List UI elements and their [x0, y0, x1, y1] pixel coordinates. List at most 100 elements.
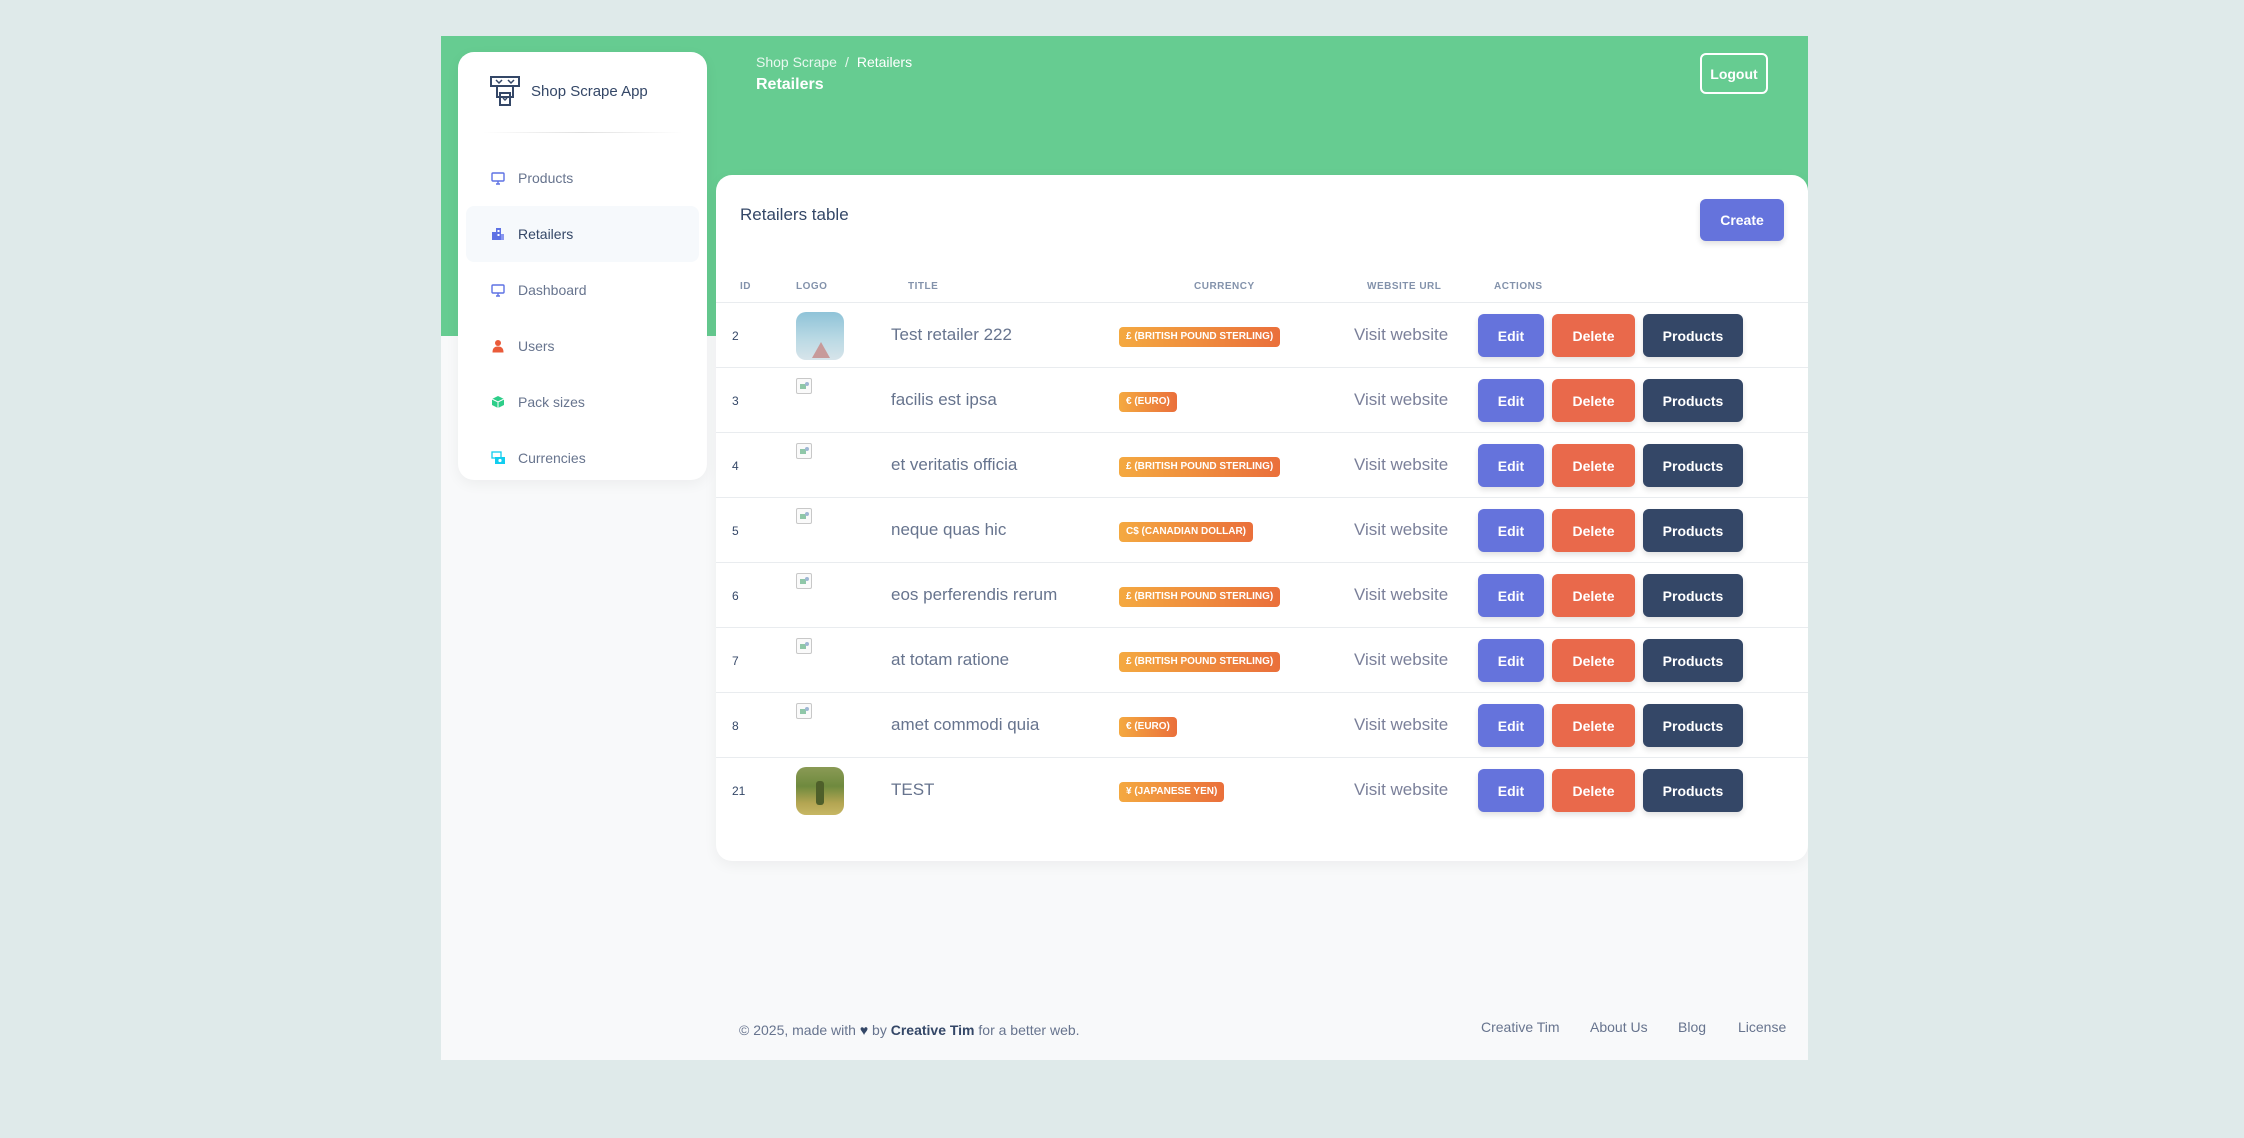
- table-row: 8 amet commodi quia € (Euro) Visit websi…: [716, 693, 1808, 758]
- edit-button[interactable]: Edit: [1478, 769, 1544, 812]
- row-id: 4: [732, 459, 739, 473]
- sidebar-item-label: Users: [518, 338, 555, 354]
- visit-website-link[interactable]: Visit website: [1354, 390, 1448, 410]
- edit-button[interactable]: Edit: [1478, 639, 1544, 682]
- broken-image-icon: [796, 508, 812, 524]
- column-header-logo: Logo: [796, 281, 828, 292]
- products-button[interactable]: Products: [1643, 704, 1743, 747]
- row-title: Test retailer 222: [891, 325, 1012, 344]
- products-button[interactable]: Products: [1643, 509, 1743, 552]
- visit-website-link[interactable]: Visit website: [1354, 715, 1448, 735]
- brand[interactable]: Shop Scrape App: [458, 52, 707, 130]
- column-header-currency: Currency: [1194, 281, 1255, 292]
- visit-website-link[interactable]: Visit website: [1354, 325, 1448, 345]
- sidebar-item-label: Retailers: [518, 226, 574, 242]
- footer-copyright-text: © 2025, made with: [739, 1022, 856, 1038]
- footer-link-creative-tim[interactable]: Creative Tim: [1481, 1019, 1560, 1035]
- currency-badge: C$ (Canadian Dollar): [1119, 522, 1253, 542]
- breadcrumb: Shop Scrape / Retailers: [756, 54, 912, 70]
- delete-button[interactable]: Delete: [1552, 314, 1635, 357]
- retailer-logo-image: [796, 767, 844, 815]
- page-title: Retailers: [756, 76, 824, 93]
- broken-image-icon: [796, 638, 812, 654]
- products-button[interactable]: Products: [1643, 379, 1743, 422]
- edit-button[interactable]: Edit: [1478, 314, 1544, 357]
- row-title: facilis est ipsa: [891, 390, 997, 409]
- sidebar-item-retailers[interactable]: Retailers: [466, 206, 699, 262]
- currency-badge: £ (British Pound Sterling): [1119, 587, 1281, 607]
- user-icon: [490, 338, 506, 354]
- table-row: 4 et veritatis officia £ (British Pound …: [716, 433, 1808, 498]
- row-title: amet commodi quia: [891, 715, 1040, 734]
- row-id: 8: [732, 719, 739, 733]
- logout-button[interactable]: Logout: [1700, 53, 1768, 94]
- row-title: et veritatis officia: [891, 455, 1018, 474]
- row-id: 21: [732, 784, 746, 798]
- retailers-card: Retailers table Create ID Logo Title Cur…: [716, 175, 1808, 861]
- delete-button[interactable]: Delete: [1552, 639, 1635, 682]
- delete-button[interactable]: Delete: [1552, 574, 1635, 617]
- products-button[interactable]: Products: [1643, 639, 1743, 682]
- edit-button[interactable]: Edit: [1478, 444, 1544, 487]
- currency-badge: £ (British Pound Sterling): [1119, 457, 1281, 477]
- row-title: neque quas hic: [891, 520, 1007, 539]
- app-window: Shop Scrape App Products Retailers Dashb…: [441, 36, 1808, 1060]
- footer-link-about-us[interactable]: About Us: [1590, 1019, 1648, 1035]
- sidebar-item-products[interactable]: Products: [466, 150, 699, 206]
- sidebar-item-currencies[interactable]: Currencies: [466, 430, 699, 486]
- footer-link-blog[interactable]: Blog: [1678, 1019, 1706, 1035]
- sidebar-item-label: Dashboard: [518, 282, 587, 298]
- delete-button[interactable]: Delete: [1552, 769, 1635, 812]
- currency-badge: £ (British Pound Sterling): [1119, 652, 1281, 672]
- money-icon: [490, 450, 506, 466]
- row-title: eos perferendis rerum: [891, 585, 1058, 604]
- breadcrumb-current: Retailers: [856, 54, 913, 70]
- column-header-title: Title: [908, 281, 939, 292]
- edit-button[interactable]: Edit: [1478, 379, 1544, 422]
- footer-suffix-text: for a better web.: [978, 1022, 1080, 1038]
- sidebar-item-users[interactable]: Users: [466, 318, 699, 374]
- currency-badge: € (Euro): [1119, 717, 1177, 737]
- edit-button[interactable]: Edit: [1478, 704, 1544, 747]
- column-header-website-url: Website URL: [1367, 281, 1442, 292]
- row-title: TEST: [891, 780, 935, 799]
- broken-image-icon: [796, 573, 812, 589]
- table-body: 2 Test retailer 222 £ (British Pound Ste…: [716, 303, 1808, 823]
- currency-badge: £ (British Pound Sterling): [1119, 327, 1281, 347]
- visit-website-link[interactable]: Visit website: [1354, 520, 1448, 540]
- delete-button[interactable]: Delete: [1552, 444, 1635, 487]
- products-button[interactable]: Products: [1643, 574, 1743, 617]
- delete-button[interactable]: Delete: [1552, 704, 1635, 747]
- column-header-id: ID: [740, 281, 751, 292]
- table-row: 2 Test retailer 222 £ (British Pound Ste…: [716, 303, 1808, 368]
- create-button[interactable]: Create: [1700, 199, 1784, 241]
- products-button[interactable]: Products: [1643, 444, 1743, 487]
- products-button[interactable]: Products: [1643, 769, 1743, 812]
- box-icon: [490, 394, 506, 410]
- row-id: 7: [732, 654, 739, 668]
- products-button[interactable]: Products: [1643, 314, 1743, 357]
- row-title: at totam ratione: [891, 650, 1010, 669]
- edit-button[interactable]: Edit: [1478, 574, 1544, 617]
- visit-website-link[interactable]: Visit website: [1354, 455, 1448, 475]
- sidebar-item-label: Currencies: [518, 450, 586, 466]
- monitor-icon: [490, 282, 506, 298]
- sidebar-item-label: Products: [518, 170, 574, 186]
- breadcrumb-root[interactable]: Shop Scrape: [756, 54, 837, 70]
- delete-button[interactable]: Delete: [1552, 509, 1635, 552]
- table-header: ID Logo Title Currency Website URL Actio…: [716, 273, 1808, 303]
- footer-copyright: © 2025, made with ♥ by Creative Tim for …: [739, 1022, 1080, 1038]
- delete-button[interactable]: Delete: [1552, 379, 1635, 422]
- footer-author-link[interactable]: Creative Tim: [891, 1022, 975, 1038]
- visit-website-link[interactable]: Visit website: [1354, 585, 1448, 605]
- visit-website-link[interactable]: Visit website: [1354, 650, 1448, 670]
- sidebar-divider: [482, 132, 683, 133]
- footer-link-license[interactable]: License: [1738, 1019, 1786, 1035]
- heart-icon: ♥: [859, 1022, 869, 1038]
- sidebar-item-dashboard[interactable]: Dashboard: [466, 262, 699, 318]
- sidebar-item-pack-sizes[interactable]: Pack sizes: [466, 374, 699, 430]
- edit-button[interactable]: Edit: [1478, 509, 1544, 552]
- monitor-icon: [490, 170, 506, 186]
- sidebar-item-label: Pack sizes: [518, 394, 585, 410]
- visit-website-link[interactable]: Visit website: [1354, 780, 1448, 800]
